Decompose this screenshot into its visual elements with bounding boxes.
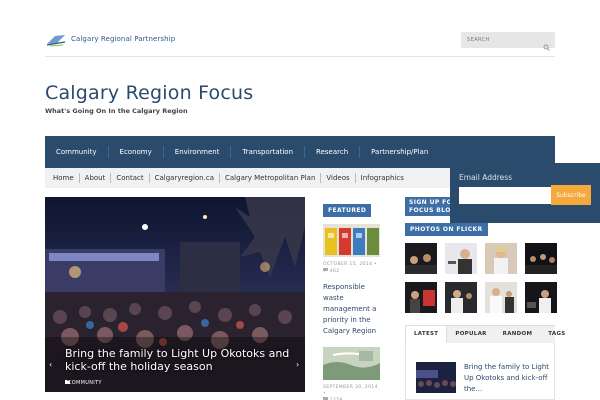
slider-next-button[interactable]: ›: [296, 360, 299, 369]
nav-item-research[interactable]: Research: [304, 146, 359, 158]
comment-count[interactable]: 462: [330, 269, 340, 274]
subscribe-button[interactable]: Subscribe: [551, 185, 591, 205]
flickr-photo[interactable]: [445, 243, 477, 274]
flickr-badge: PHOTOS ON FLICKR: [405, 223, 488, 236]
post-title-link[interactable]: Responsible waste management a priority …: [323, 282, 381, 337]
nav-item-transportation[interactable]: Transportation: [230, 146, 304, 158]
search-icon[interactable]: [543, 36, 550, 55]
slide-category[interactable]: COMMUNITY: [65, 380, 102, 386]
tab-latest[interactable]: LATEST: [405, 326, 448, 343]
nav-item-partnership-plan[interactable]: Partnership/Plan: [359, 146, 439, 158]
tab-tags[interactable]: TAGS: [540, 326, 573, 343]
subnav-contact[interactable]: Contact: [110, 173, 148, 183]
comment-icon: [323, 268, 330, 274]
post-meta: OCTOBER 15, 2014 • 462: [323, 262, 381, 275]
logo-text: Calgary Regional Partnership: [71, 35, 176, 43]
nav-item-community[interactable]: Community: [45, 146, 108, 158]
latest-post-title[interactable]: Bring the family to Light Up Okotoks and…: [464, 362, 550, 395]
slider-prev-button[interactable]: ‹: [49, 360, 52, 369]
email-subscribe-popup: Email Address Subscribe: [450, 163, 600, 223]
slide-caption[interactable]: Bring the family to Light Up Okotoks and…: [65, 347, 295, 373]
featured-column: FEATURED OCTOBER 15, 2014 • 462 Responsi…: [323, 197, 381, 400]
subnav-about[interactable]: About: [78, 173, 111, 183]
subnav-infographics[interactable]: Infographics: [354, 173, 409, 183]
site-logo[interactable]: Calgary Regional Partnership: [46, 32, 176, 47]
flickr-photo[interactable]: [405, 243, 437, 274]
tab-popular[interactable]: POPULAR: [447, 326, 494, 343]
subnav-home[interactable]: Home: [53, 173, 79, 183]
latest-panel: Bring the family to Light Up Okotoks and…: [405, 343, 555, 400]
post-date-2: SEPTEMBER 30, 2014 •: [323, 385, 378, 396]
flickr-photo[interactable]: [405, 282, 437, 313]
email-field[interactable]: [459, 187, 551, 204]
post-date: OCTOBER 15, 2014 •: [323, 262, 377, 267]
site-tagline: What's Going On In the Calgary Region: [45, 107, 188, 115]
nav-item-economy[interactable]: Economy: [107, 146, 163, 158]
post-meta-2: SEPTEMBER 30, 2014 • 1258: [323, 385, 381, 400]
flickr-photo[interactable]: [485, 243, 517, 274]
tab-random[interactable]: RANDOM: [495, 326, 541, 343]
flickr-photo[interactable]: [525, 243, 557, 274]
subnav-calgaryregion[interactable]: Calgaryregion.ca: [148, 173, 219, 183]
featured-slider[interactable]: Bring the family to Light Up Okotoks and…: [45, 197, 305, 392]
nav-item-environment[interactable]: Environment: [162, 146, 231, 158]
flickr-photo[interactable]: [525, 282, 557, 313]
search-input[interactable]: [467, 37, 537, 43]
header-divider: [45, 56, 555, 57]
post-image-water[interactable]: [323, 347, 380, 380]
subnav-videos[interactable]: Videos: [320, 173, 354, 183]
featured-badge: FEATURED: [323, 204, 372, 217]
flickr-photo-grid: [405, 243, 557, 313]
sidebar-tabs: LATEST POPULAR RANDOM TAGS: [405, 325, 565, 343]
post-image-recycling[interactable]: [323, 224, 380, 257]
search-box: [461, 32, 555, 51]
site-title[interactable]: Calgary Region Focus: [45, 82, 253, 104]
logo-mark-icon: [46, 32, 66, 47]
latest-post-thumb[interactable]: [416, 362, 456, 393]
subnav-metropolitan-plan[interactable]: Calgary Metropolitan Plan: [219, 173, 320, 183]
flickr-photo[interactable]: [485, 282, 517, 313]
email-label: Email Address: [459, 173, 513, 182]
slide-category-label: COMMUNITY: [68, 380, 102, 386]
flickr-photo[interactable]: [445, 282, 477, 313]
